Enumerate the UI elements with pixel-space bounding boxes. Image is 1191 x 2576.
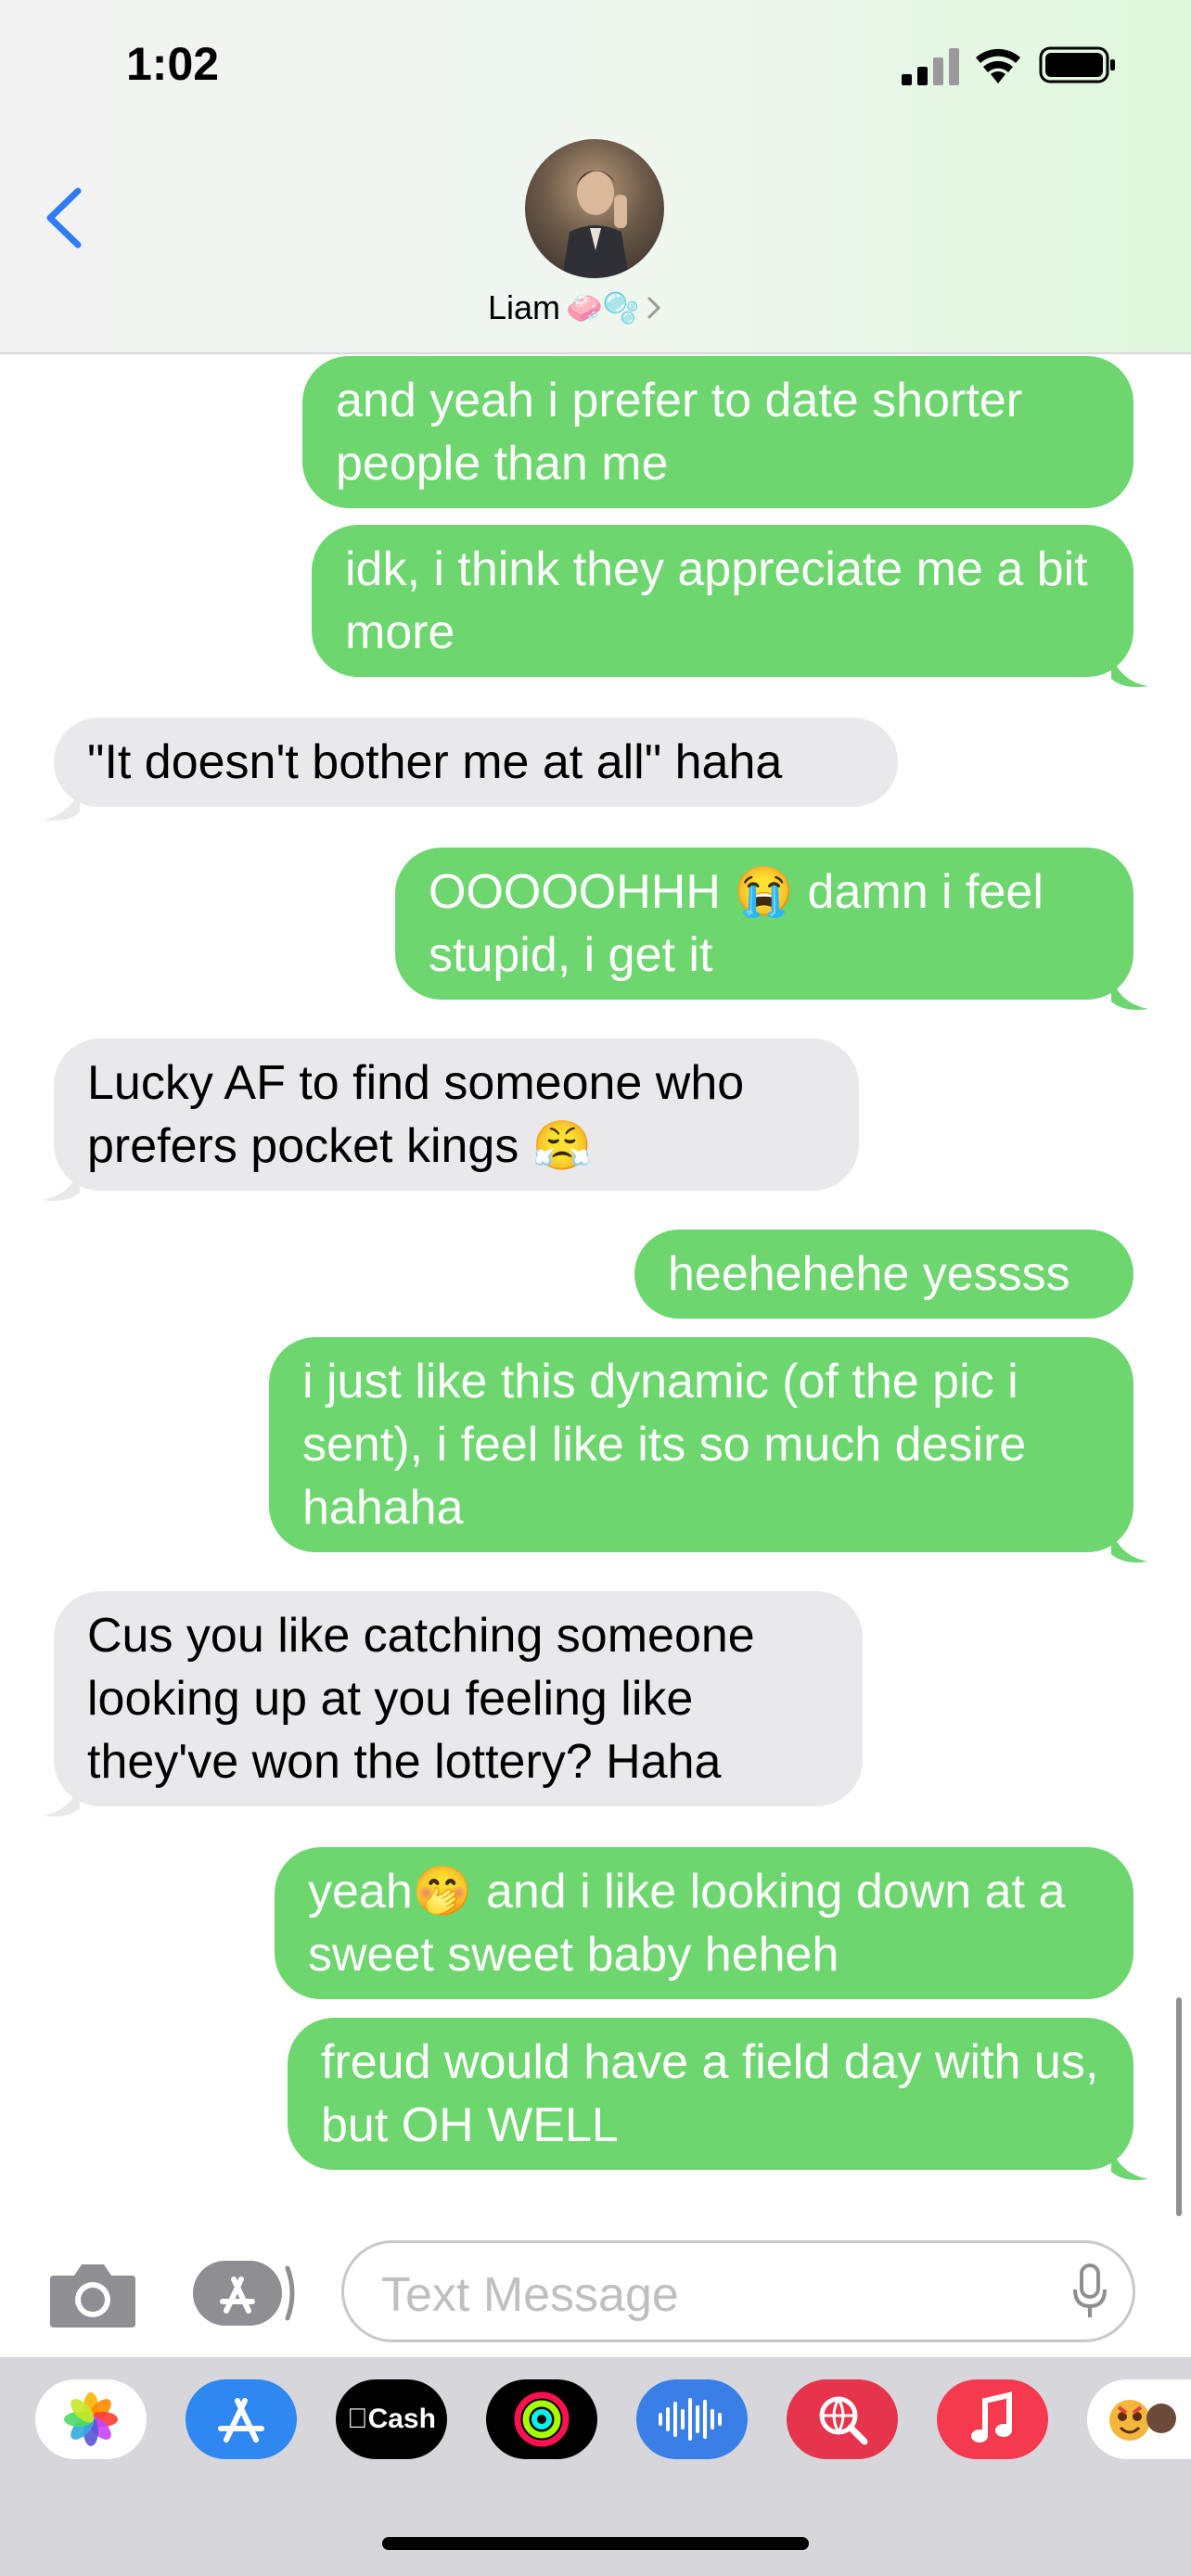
status-time: 1:02 [126,38,220,90]
cash-app[interactable]: Cash [336,2379,447,2459]
cash-icon: Cash [347,2404,436,2435]
image-search-app[interactable] [787,2379,898,2459]
memoji-app[interactable] [1087,2379,1191,2459]
bubble-tail [43,786,80,821]
app-store-button-icon[interactable] [191,2259,297,2327]
message-bubble-outgoing[interactable]: i just like this dynamic (of the pic i s… [269,1337,1133,1552]
signal-icon [902,48,959,85]
message-bubble-outgoing[interactable]: OOOOOHHH 😭 damn i feel stupid, i get it [395,848,1133,1000]
contact-emoji: 🧼🫧 [566,291,640,325]
back-chevron-icon[interactable] [41,185,87,250]
home-indicator[interactable] [382,2537,809,2550]
message-input[interactable]: Text Message [341,2240,1135,2342]
bubble-tail [1111,2146,1148,2180]
contact-name-button[interactable]: Liam 🧼🫧 [488,280,662,336]
globe-search-icon [819,2396,868,2445]
bubble-tail [1111,653,1148,687]
message-bubble-outgoing[interactable]: and yeah i prefer to date shorter people… [302,356,1133,508]
bubble-tail [1111,1528,1148,1562]
message-input-placeholder: Text Message [381,2268,679,2322]
conversation-header: 1:02 Liam 🧼🫧 [0,0,1191,354]
app-store-app[interactable] [186,2379,297,2459]
memoji-icon [1109,2400,1176,2441]
chevron-right-icon [647,297,660,319]
bubble-tail [1111,976,1148,1010]
message-bubble-outgoing[interactable]: heehehehe yessss [634,1230,1133,1319]
message-bubble-incoming[interactable]: "It doesn't bother me at all" haha [54,718,898,807]
message-bubble-outgoing[interactable]: yeah🤭 and i like looking down at a sweet… [275,1847,1133,1999]
message-bubble-outgoing[interactable]: idk, i think they appreciate me a bit mo… [312,525,1133,677]
battery-icon [1039,46,1115,83]
cash-label: Cash [357,2404,436,2434]
message-bubble-incoming[interactable]: Lucky AF to find someone who prefers poc… [54,1039,859,1191]
scrollbar[interactable] [1176,1997,1182,2216]
camera-icon[interactable] [46,2259,139,2329]
message-bubble-outgoing[interactable]: freud would have a field day with us, bu… [288,2018,1133,2170]
waveform-icon [659,2398,722,2441]
music-note-icon [971,2391,1012,2442]
wifi-icon [976,48,1020,83]
contact-name: Liam [488,288,561,326]
fitness-app[interactable] [486,2379,597,2459]
app-store-icon [218,2398,264,2442]
music-app[interactable] [937,2379,1048,2459]
message-bubble-incoming[interactable]: Cus you like catching someone looking up… [54,1591,863,1806]
microphone-icon[interactable] [1071,2264,1108,2321]
photos-icon [64,2392,118,2446]
voice-memo-app[interactable] [636,2379,748,2459]
bubble-tail [43,1782,80,1817]
activity-rings-icon [514,2391,570,2447]
contact-avatar[interactable] [525,139,664,278]
bubble-tail [43,1167,80,1201]
photos-app[interactable] [35,2379,147,2459]
